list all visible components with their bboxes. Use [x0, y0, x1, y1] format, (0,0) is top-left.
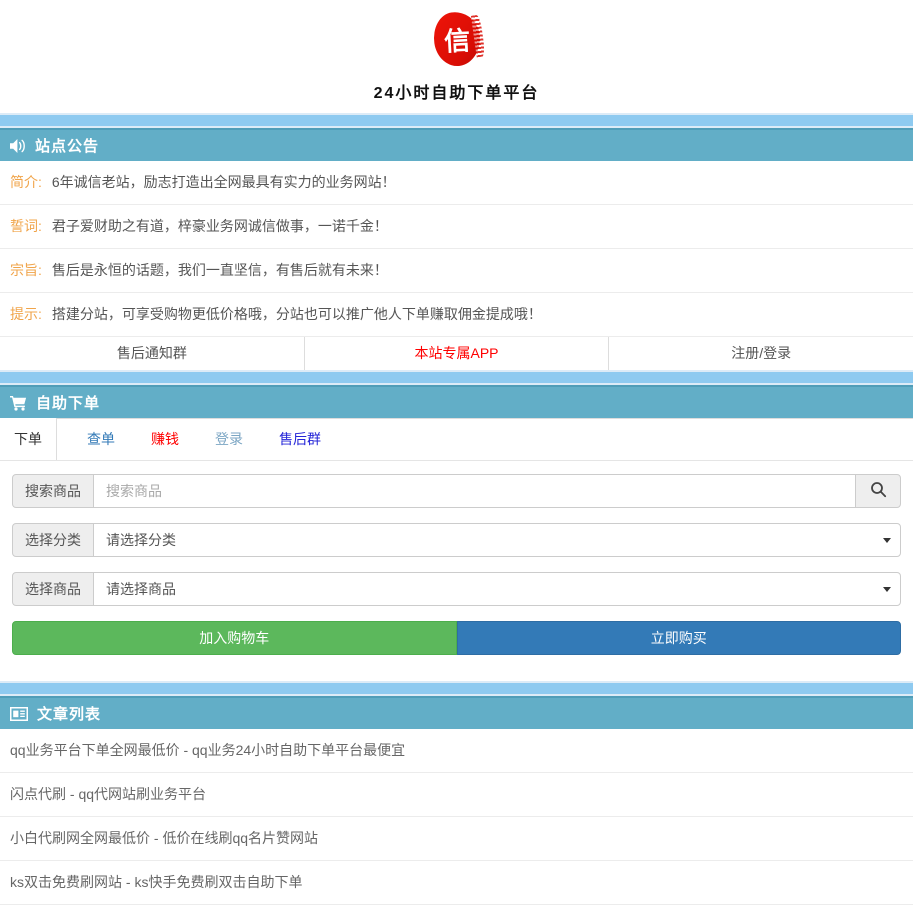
announcement-row: 誓词: 君子爱财助之有道，梓豪业务网诚信做事，一诺千金！: [0, 205, 913, 249]
order-header: 自助下单: [0, 385, 913, 418]
category-select[interactable]: 请选择分类: [93, 523, 901, 557]
announcement-text: 君子爱财助之有道，梓豪业务网诚信做事，一诺千金！: [52, 217, 388, 236]
product-group: 选择商品 请选择商品: [12, 572, 901, 606]
tab-after-sale-group[interactable]: 售后群: [273, 418, 327, 460]
article-list-item[interactable]: qq业务平台下单全网最低价 - qq业务24小时自助下单平台最便宜: [0, 729, 913, 773]
red-seal-logo-icon: 信: [430, 9, 483, 69]
after-sale-group-link[interactable]: 售后通知群: [0, 337, 304, 370]
announcement-label: 誓词:: [10, 217, 42, 236]
site-header: 信 24小时自助下单平台: [0, 0, 913, 113]
order-title: 自助下单: [36, 392, 100, 413]
announcement-label: 提示:: [10, 305, 42, 324]
tab-login[interactable]: 登录: [209, 418, 249, 460]
section-divider: [0, 681, 913, 696]
page: 信 24小时自助下单平台 站点公告 简介: 6年诚信老站，励志打造出全网最具有实…: [0, 0, 913, 905]
articles-title: 文章列表: [37, 703, 101, 724]
search-icon: [870, 481, 887, 501]
quick-links-row: 售后通知群 本站专属APP 注册/登录: [0, 337, 913, 370]
article-list-item[interactable]: ks双击免费刷网站 - ks快手免费刷双击自助下单: [0, 861, 913, 905]
articles-panel: 文章列表 qq业务平台下单全网最低价 - qq业务24小时自助下单平台最便宜 闪…: [0, 696, 913, 905]
section-divider: [0, 370, 913, 385]
section-divider: [0, 113, 913, 128]
articles-header: 文章列表: [0, 696, 913, 729]
search-button[interactable]: [855, 474, 901, 508]
search-input[interactable]: [93, 474, 856, 508]
article-list-item[interactable]: 小白代刷网全网最低价 - 低价在线刷qq名片赞网站: [0, 817, 913, 861]
site-title: 24小时自助下单平台: [0, 79, 913, 103]
category-addon-label: 选择分类: [12, 523, 94, 557]
announcement-row: 简介: 6年诚信老站，励志打造出全网最具有实力的业务网站！: [0, 161, 913, 205]
category-group: 选择分类 请选择分类: [12, 523, 901, 557]
cart-icon: [10, 395, 27, 411]
order-form: 搜索商品 选择分类 请选择分类 选择商品: [0, 461, 913, 681]
search-group: 搜索商品: [12, 474, 901, 508]
newspaper-icon: [10, 707, 28, 721]
announcement-label: 简介:: [10, 173, 42, 192]
tab-earn-money[interactable]: 赚钱: [145, 418, 185, 460]
site-logo: 信: [430, 12, 484, 70]
tab-check-order[interactable]: 查单: [81, 418, 121, 460]
buy-now-button[interactable]: 立即购买: [457, 621, 902, 655]
search-addon-label: 搜索商品: [12, 474, 94, 508]
order-panel: 自助下单 下单 查单 赚钱 登录 售后群 搜索商品 选择分类: [0, 385, 913, 681]
logo-character: 信: [443, 20, 471, 58]
article-list-item[interactable]: 闪点代刷 - qq代网站刷业务平台: [0, 773, 913, 817]
register-login-link[interactable]: 注册/登录: [608, 337, 913, 370]
speaker-icon: [10, 139, 26, 153]
announcement-row: 提示: 搭建分站，可享受购物更低价格哦，分站也可以推广他人下单赚取佣金提成哦！: [0, 293, 913, 337]
announcement-row: 宗旨: 售后是永恒的话题，我们一直坚信，有售后就有未来！: [0, 249, 913, 293]
site-app-link[interactable]: 本站专属APP: [304, 337, 609, 370]
announcement-text: 搭建分站，可享受购物更低价格哦，分站也可以推广他人下单赚取佣金提成哦！: [52, 305, 542, 324]
announcement-panel: 站点公告 简介: 6年诚信老站，励志打造出全网最具有实力的业务网站！ 誓词: 君…: [0, 128, 913, 370]
order-actions: 加入购物车 立即购买: [12, 621, 901, 655]
add-to-cart-button[interactable]: 加入购物车: [12, 621, 457, 655]
order-tabs: 下单 查单 赚钱 登录 售后群: [0, 418, 913, 461]
announcement-label: 宗旨:: [10, 261, 42, 280]
announcement-text: 售后是永恒的话题，我们一直坚信，有售后就有未来！: [52, 261, 388, 280]
product-addon-label: 选择商品: [12, 572, 94, 606]
announcement-text: 6年诚信老站，励志打造出全网最具有实力的业务网站！: [52, 173, 396, 192]
announcement-title: 站点公告: [35, 135, 99, 156]
product-select[interactable]: 请选择商品: [93, 572, 901, 606]
announcement-header: 站点公告: [0, 128, 913, 161]
tab-place-order[interactable]: 下单: [0, 418, 57, 460]
